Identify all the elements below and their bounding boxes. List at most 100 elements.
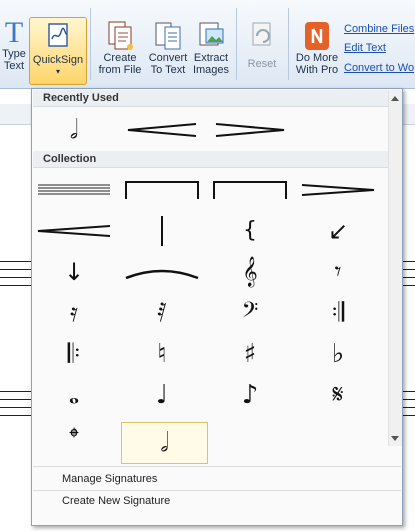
manage-signatures-item[interactable]: Manage Signatures [62,473,157,485]
whole-note-icon: 𝅝 [68,380,80,410]
convert-to-text-button[interactable]: Convert To Text [146,0,190,88]
segno-icon: 𝄋 [332,380,344,410]
decrescendo-hairpin-icon [301,184,375,196]
collection-barline[interactable] [120,211,204,251]
collection-thirty-second-rest[interactable]: 𝅀 [120,293,204,333]
ribbon-separator [90,8,91,80]
do-more-label-1: Do More [295,52,339,64]
volta-bracket-icon [125,181,199,199]
bass-clef-icon: 𝄢 [241,298,259,328]
extract-images-label-1: Extract [193,52,229,64]
extract-images-icon [199,22,224,46]
quarter-note-icon: ♩ [155,380,169,410]
sharp-icon: ♯ [243,339,257,369]
extract-images-label-2: Images [192,64,230,76]
convert-to-text-label-2: To Text [150,64,186,76]
collection-arrow[interactable]: ↙ [296,211,380,251]
collection-volta-bracket-2[interactable] [208,170,292,210]
convert-to-text-icon [155,22,181,50]
collection-staff-lines[interactable] [32,170,116,210]
chevron-down-icon: ▾ [55,67,60,76]
recently-used-header: Recently Used [33,90,401,107]
collection-start-repeat[interactable]: 𝄆 [32,334,116,374]
create-from-file-label-1: Create [103,52,137,64]
create-from-file-label-2: from File [98,64,142,76]
collection-whole-note[interactable]: 𝅝 [32,375,116,415]
arrow-down-icon: ↓ [63,258,85,286]
extract-images-button[interactable]: Extract Images [190,0,232,88]
eighth-rest-icon: 𝄾 [334,257,342,287]
do-more-with-pro-button[interactable]: Do More With Pro [292,0,342,88]
collection-eighth-rest[interactable]: 𝄾 [296,252,380,292]
convert-to-word-link[interactable]: Convert to Wo [344,62,414,74]
type-text-button[interactable]: T Type Text [0,0,28,88]
collection-eighth-note[interactable]: ♪ [208,375,292,415]
quicksign-dropdown: Recently Used 𝅗𝅥 Collection { ↙ ↓ 𝄞 𝄾 𝄿 … [31,88,403,526]
do-more-label-2: With Pro [295,64,339,76]
collection-volta-bracket[interactable] [120,170,204,210]
collection-end-repeat[interactable]: 𝄇 [296,293,380,333]
brace-icon: { [243,218,257,243]
collection-decrescendo[interactable] [296,170,380,210]
recent-crescendo[interactable] [120,110,204,150]
collection-sharp[interactable]: ♯ [208,334,292,374]
recent-half-note[interactable]: 𝅗𝅥 [32,110,116,150]
scrollbar[interactable] [388,91,402,446]
create-from-file-icon [108,21,133,50]
convert-to-text-label-1: Convert [148,52,188,64]
crescendo-hairpin-icon [37,225,111,237]
collection-coda[interactable]: 𝄌 [32,418,116,458]
type-text-label-1: Type [2,48,26,60]
volta-bracket-icon [213,181,287,199]
collection-brace[interactable]: { [208,211,292,251]
collection-sixteenth-rest[interactable]: 𝄿 [32,293,116,333]
quicksign-button[interactable]: QuickSign ▾ [29,17,87,85]
collection-quarter-note[interactable]: ♩ [120,375,204,415]
create-new-signature-item[interactable]: Create New Signature [62,495,170,507]
reset-label: Reset [247,58,277,70]
create-from-file-button[interactable]: Create from File [96,0,144,88]
collection-arrow-down[interactable]: ↓ [32,252,116,292]
quicksign-label: QuickSign [32,54,84,66]
reset-icon [252,22,271,46]
recent-decrescendo[interactable] [208,110,292,150]
start-repeat-icon: 𝄆 [67,339,81,369]
collection-slur[interactable] [120,252,204,292]
reset-button[interactable]: Reset [240,0,284,88]
type-text-label-2: Text [3,60,25,72]
ribbon-toolbar: T Type Text QuickSign ▾ Create from File… [0,0,415,89]
collection-crescendo[interactable] [32,211,116,251]
decrescendo-hairpin-icon [215,123,285,137]
collection-header: Collection [33,151,401,168]
half-note-icon: 𝅗𝅥 [160,428,169,458]
pro-logo-icon [305,22,329,50]
scroll-down-arrow-icon[interactable] [391,436,399,441]
type-text-icon: T [4,16,24,49]
natural-icon: ♮ [157,339,167,369]
slur-icon [125,269,199,280]
coda-icon: 𝄌 [69,423,79,453]
edit-text-link[interactable]: Edit Text [344,42,386,54]
eighth-note-icon: ♪ [241,380,259,410]
combine-files-link[interactable]: Combine Files [344,23,414,35]
half-note-icon: 𝅗𝅥 [69,115,79,145]
collection-natural[interactable]: ♮ [120,334,204,374]
arrow-down-left-icon: ↙ [327,217,349,245]
ribbon-separator [288,8,289,80]
barline-icon [161,216,163,246]
end-repeat-icon: 𝄇 [331,298,345,328]
collection-bass-clef[interactable]: 𝄢 [208,293,292,333]
collection-flat[interactable]: ♭ [296,334,380,374]
menu-divider [33,466,401,467]
collection-half-note-selected[interactable]: 𝅗𝅥 [121,422,208,464]
thirty-second-rest-icon: 𝅀 [157,298,167,328]
quicksign-icon [48,23,68,47]
crescendo-hairpin-icon [127,123,197,137]
collection-treble-clef[interactable]: 𝄞 [208,252,292,292]
collection-segno[interactable]: 𝄋 [296,375,380,415]
ribbon-separator [236,8,237,80]
treble-clef-icon: 𝄞 [242,257,258,287]
flat-icon: ♭ [331,339,345,369]
staff-lines-icon [38,184,110,195]
scroll-up-arrow-icon[interactable] [391,96,399,101]
